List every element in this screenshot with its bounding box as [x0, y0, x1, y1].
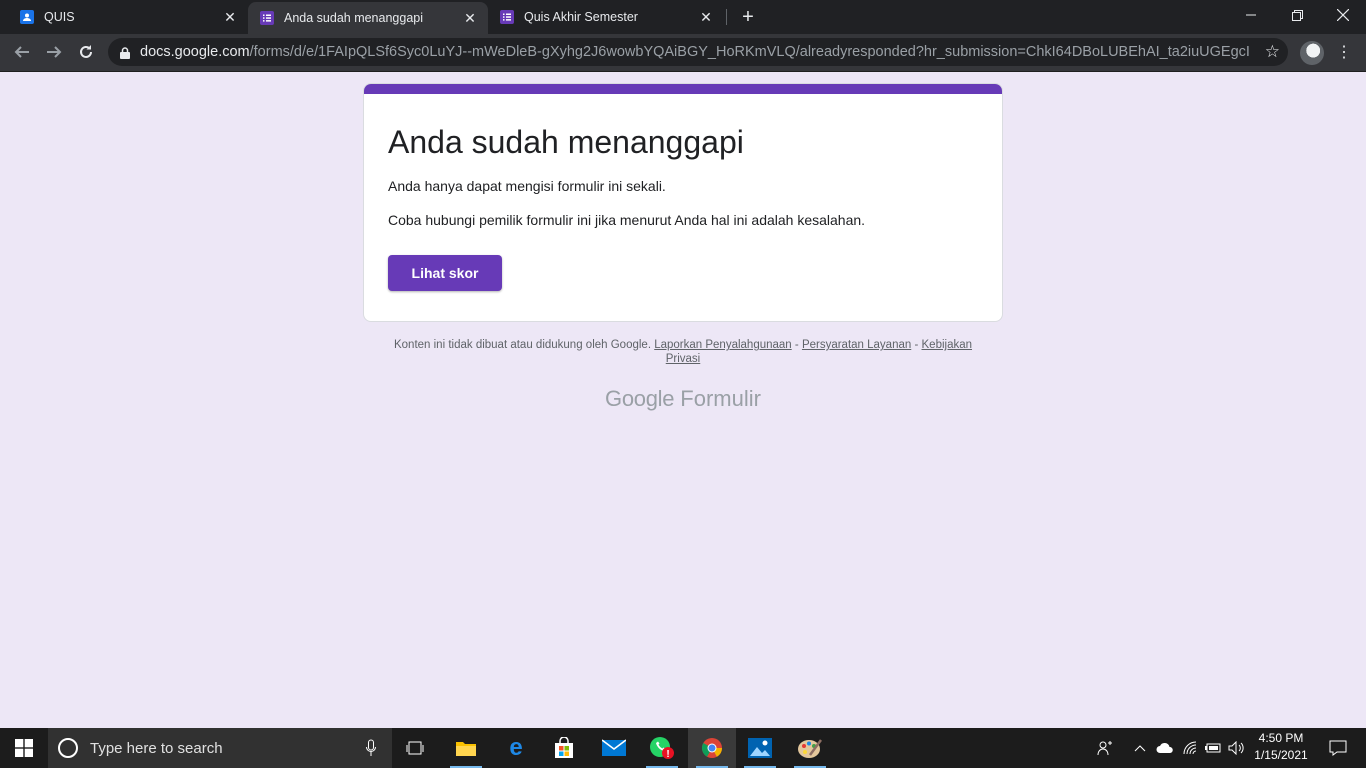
- store-icon[interactable]: [540, 728, 588, 768]
- restore-icon: [1291, 9, 1303, 21]
- file-explorer-icon[interactable]: [442, 728, 490, 768]
- chrome-menu-icon[interactable]: ⋮: [1336, 41, 1352, 65]
- clock-time: 4:50 PM: [1258, 731, 1304, 745]
- task-view-icon: [406, 741, 424, 755]
- browser-toolbar: docs.google.com/forms/d/e/1FAIpQLSf6Syc0…: [0, 34, 1366, 72]
- view-score-button[interactable]: Lihat skor: [388, 255, 502, 291]
- paint-icon[interactable]: [786, 728, 834, 768]
- windows-logo-icon: [15, 739, 33, 757]
- url-text[interactable]: docs.google.com/forms/d/e/1FAIpQLSf6Syc0…: [140, 44, 1250, 60]
- browser-tab-strip: QUIS ✕ Anda sudah menanggapi ✕ Quis Akhi…: [0, 0, 1366, 34]
- start-button[interactable]: [0, 728, 48, 768]
- arrow-right-icon: [47, 46, 62, 58]
- photos-icon[interactable]: [736, 728, 784, 768]
- microphone-icon[interactable]: [366, 739, 376, 757]
- google-forms-icon: [500, 10, 514, 24]
- back-button[interactable]: [8, 38, 36, 66]
- footer-separator: -: [791, 339, 802, 351]
- volume-icon[interactable]: [1226, 728, 1248, 768]
- minimize-icon: [1246, 14, 1256, 16]
- svg-text:e: e: [509, 737, 522, 759]
- forward-button[interactable]: [40, 38, 68, 66]
- tab-separator: [726, 9, 727, 25]
- reload-button[interactable]: [72, 38, 100, 66]
- bookmark-star-icon[interactable]: ☆: [1265, 43, 1280, 60]
- reload-icon: [80, 45, 92, 58]
- edge-icon[interactable]: e: [492, 728, 540, 768]
- task-view-button[interactable]: [392, 728, 440, 768]
- minimize-button[interactable]: [1228, 0, 1274, 30]
- logo-google-text: Google: [605, 386, 675, 411]
- notification-icon: [1329, 740, 1347, 756]
- url-host: docs.google.com: [140, 44, 250, 60]
- logo-product-text: Formulir: [680, 386, 761, 411]
- card-accent-bar: [364, 84, 1002, 94]
- google-forms-icon: [260, 11, 274, 25]
- address-bar[interactable]: docs.google.com/forms/d/e/1FAIpQLSf6Syc0…: [108, 38, 1288, 66]
- chevron-up-icon[interactable]: [1130, 728, 1150, 768]
- action-center-button[interactable]: [1318, 728, 1358, 768]
- new-tab-button[interactable]: +: [737, 6, 759, 28]
- tab-title: Anda sudah menanggapi: [284, 11, 424, 25]
- lock-icon[interactable]: [120, 46, 130, 59]
- url-path: /forms/d/e/1FAIpQLSf6Syc0LuYJ--mWeDleB-g…: [249, 44, 1250, 60]
- footer-separator: -: [911, 339, 922, 351]
- disclaimer-text: Konten ini tidak dibuat atau didukung ol…: [393, 339, 652, 351]
- cortana-icon: [58, 738, 78, 758]
- google-classroom-icon: [20, 10, 34, 24]
- chrome-icon[interactable]: [688, 728, 736, 768]
- google-forms-logo[interactable]: Google Formulir: [0, 386, 1366, 412]
- tab-title: QUIS: [44, 10, 75, 24]
- windows-taskbar: Type here to search e ! 4:50 PM 1/15/202…: [0, 728, 1366, 768]
- tab-quis[interactable]: QUIS ✕: [0, 0, 248, 34]
- close-window-button[interactable]: [1320, 0, 1366, 30]
- arrow-left-icon: [14, 46, 29, 58]
- close-tab-icon[interactable]: ✕: [462, 10, 478, 26]
- whatsapp-icon[interactable]: !: [638, 728, 686, 768]
- search-placeholder: Type here to search: [90, 739, 223, 757]
- taskbar-search[interactable]: Type here to search: [48, 728, 392, 768]
- svg-text:!: !: [666, 749, 669, 760]
- report-abuse-link[interactable]: Laporkan Penyalahgunaan: [654, 339, 791, 351]
- tab-title: Quis Akhir Semester: [524, 10, 638, 24]
- close-tab-icon[interactable]: ✕: [222, 9, 238, 25]
- message-contact-owner: Coba hubungi pemilik formulir ini jika m…: [388, 212, 866, 228]
- mail-icon[interactable]: [590, 728, 638, 768]
- close-tab-icon[interactable]: ✕: [698, 9, 714, 25]
- tab-anda-sudah-menanggapi[interactable]: Anda sudah menanggapi ✕: [248, 2, 488, 34]
- battery-icon[interactable]: [1202, 728, 1224, 768]
- tab-quis-akhir-semester[interactable]: Quis Akhir Semester ✕: [488, 0, 724, 34]
- clock-date: 1/15/2021: [1254, 748, 1308, 762]
- onedrive-cloud-icon[interactable]: [1154, 728, 1176, 768]
- people-icon[interactable]: [1094, 728, 1116, 768]
- system-clock[interactable]: 4:50 PM 1/15/2021: [1246, 730, 1316, 764]
- close-icon: [1337, 9, 1349, 21]
- restore-button[interactable]: [1274, 0, 1320, 30]
- page-title: Anda sudah menanggapi: [388, 124, 744, 160]
- profile-avatar[interactable]: [1300, 41, 1324, 65]
- response-card: Anda sudah menanggapi Anda hanya dapat m…: [363, 83, 1003, 322]
- wifi-icon[interactable]: [1180, 728, 1200, 768]
- message-once-only: Anda hanya dapat mengisi formulir ini se…: [388, 178, 666, 194]
- terms-link[interactable]: Persyaratan Layanan: [802, 339, 911, 351]
- form-footer: Konten ini tidak dibuat atau didukung ol…: [378, 338, 988, 366]
